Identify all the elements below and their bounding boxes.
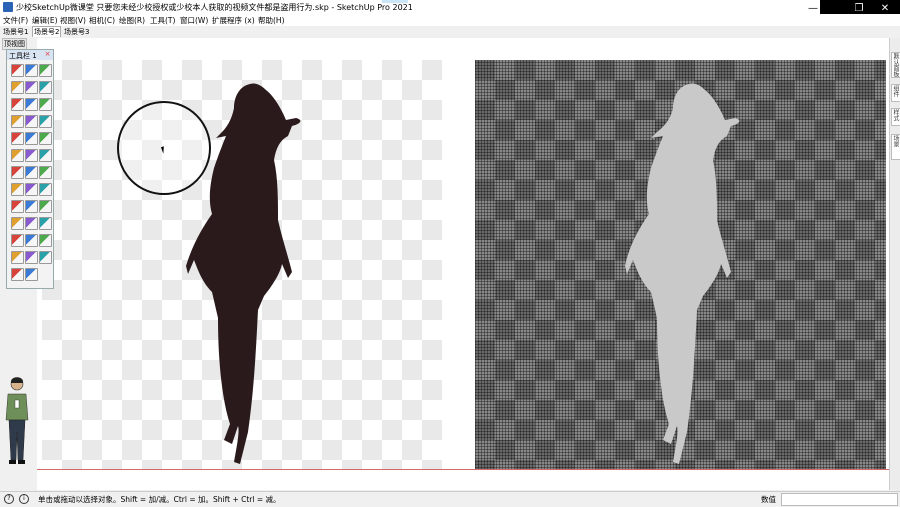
walk-tool-icon[interactable] — [25, 166, 38, 179]
scene-tab-1[interactable]: 场景号1 — [3, 27, 28, 37]
view-iso-tool-icon[interactable] — [11, 217, 24, 230]
protractor-tool-icon[interactable] — [39, 132, 52, 145]
scene-tab-3[interactable]: 场景号3 — [64, 27, 89, 37]
lasso-tool-icon[interactable] — [11, 81, 24, 94]
menu-bar: 文件(F) 编辑(E) 视图(V) 相机(C) 绘图(R) 工具(T) 窗口(W… — [0, 14, 900, 26]
tray-tab-components[interactable]: 组件 — [891, 84, 900, 102]
title-accent — [382, 0, 408, 3]
toolbar-header[interactable]: 工具栏 1 × — [7, 50, 53, 60]
menu-extensions[interactable]: 扩展程序 (x) — [212, 15, 255, 26]
default-tray: 默认面板 组件 样式 场景 — [889, 38, 900, 490]
layers-tool-icon[interactable] — [25, 268, 38, 281]
menu-tools[interactable]: 工具(T) — [150, 15, 175, 26]
push-pull-tool-icon[interactable] — [11, 115, 24, 128]
toolbar-close-icon[interactable]: × — [44, 51, 51, 58]
rectangle-tool-icon[interactable] — [25, 81, 38, 94]
sandbox-smoove-tool-icon[interactable] — [11, 200, 24, 213]
view-back-tool-icon[interactable] — [25, 234, 38, 247]
scene-tab-2[interactable]: 场景号2 — [32, 26, 62, 37]
tape-measure-tool-icon[interactable] — [11, 132, 24, 145]
window-title: 少校SketchUp微课堂 只要您未经少校授权或少校本人获取的视频文件都是盗用行… — [16, 3, 413, 12]
left-image-plane[interactable] — [42, 60, 442, 470]
menu-file[interactable]: 文件(F) — [3, 15, 28, 26]
line-tool-icon[interactable] — [11, 98, 24, 111]
info-icon[interactable]: i — [19, 494, 29, 504]
menu-window[interactable]: 窗口(W) — [180, 15, 208, 26]
right-image-plane[interactable] — [475, 60, 886, 470]
help-icon[interactable]: ? — [4, 494, 14, 504]
photo-texture-tool-icon[interactable] — [25, 183, 38, 196]
status-bar: ? i 单击或拖动以选择对象。Shift = 加/减。Ctrl = 加。Shif… — [0, 491, 900, 507]
measurements-label: 数值 — [761, 495, 776, 504]
tray-tab-scenes[interactable]: 场景 — [891, 134, 900, 160]
sketchup-app-icon — [3, 2, 13, 12]
offset-tool-icon[interactable] — [39, 98, 52, 111]
look-around-tool-icon[interactable] — [39, 166, 52, 179]
eraser-tool-icon[interactable] — [25, 64, 38, 77]
scene-tabs: 场景号1 场景号2 场景号3 — [0, 26, 900, 37]
view-left-tool-icon[interactable] — [39, 234, 52, 247]
material-tool-icon[interactable] — [11, 251, 24, 264]
menu-view[interactable]: 视图(V) — [60, 15, 86, 26]
toolbar-title: 工具栏 1 — [9, 52, 37, 60]
measurements-input[interactable] — [781, 493, 898, 506]
title-bar: 少校SketchUp微课堂 只要您未经少校授权或少校本人获取的视频文件都是盗用行… — [0, 0, 900, 14]
view-right-tool-icon[interactable] — [11, 234, 24, 247]
zoom-tool-icon[interactable] — [39, 149, 52, 162]
silhouette-figure-dark — [186, 83, 301, 465]
menu-edit[interactable]: 编辑(E) — [32, 15, 58, 26]
view-front-tool-icon[interactable] — [39, 217, 52, 230]
status-hint-text: 单击或拖动以选择对象。Shift = 加/减。Ctrl = 加。Shift + … — [38, 495, 281, 504]
menu-draw[interactable]: 绘图(R) — [119, 15, 145, 26]
sandbox-stamp-tool-icon[interactable] — [25, 200, 38, 213]
dimension-tool-icon[interactable] — [25, 132, 38, 145]
ground-axis-line — [37, 469, 890, 470]
scale-figure-person — [5, 377, 29, 464]
arc-tool-icon[interactable] — [25, 98, 38, 111]
view-top-tool-icon[interactable] — [25, 217, 38, 230]
add-location-tool-icon[interactable] — [11, 183, 24, 196]
orbit-tool-icon[interactable] — [11, 149, 24, 162]
tray-tab-default-panel[interactable]: 默认面板 — [891, 52, 900, 78]
silhouette-figure-light — [625, 83, 740, 465]
sandbox-drape-tool-icon[interactable] — [39, 200, 52, 213]
components-tool-icon[interactable] — [39, 251, 52, 264]
toolbar-panel: 工具栏 1 × — [6, 49, 54, 289]
select-tool-icon[interactable] — [11, 64, 24, 77]
styles-tool-icon[interactable] — [11, 268, 24, 281]
move-tool-icon[interactable] — [39, 115, 52, 128]
terrain-tool-icon[interactable] — [39, 183, 52, 196]
follow-me-tool-icon[interactable] — [25, 115, 38, 128]
menu-help[interactable]: 帮助(H) — [258, 15, 285, 26]
pencil-tool-icon[interactable] — [39, 81, 52, 94]
axes-tool-icon[interactable] — [25, 251, 38, 264]
paint-bucket-tool-icon[interactable] — [39, 64, 52, 77]
tray-tab-styles[interactable]: 样式 — [891, 108, 900, 126]
menu-camera[interactable]: 相机(C) — [89, 15, 115, 26]
section-tool-icon[interactable] — [11, 166, 24, 179]
pan-tool-icon[interactable] — [25, 149, 38, 162]
